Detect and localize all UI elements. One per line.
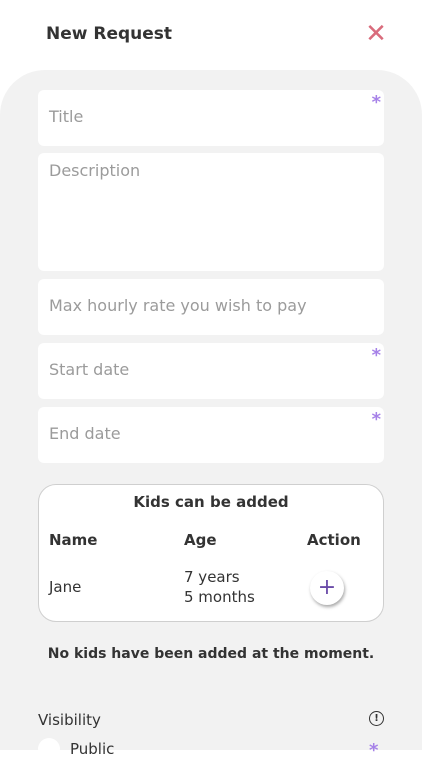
required-asterisk-icon: * (371, 409, 381, 430)
column-header-age: Age (184, 531, 217, 549)
kid-age-months: 5 months (184, 588, 255, 606)
public-option-label[interactable]: Public (70, 740, 114, 758)
header: New Request ✕ (0, 0, 422, 70)
hourly-rate-placeholder: Max hourly rate you wish to pay (49, 296, 307, 315)
info-icon[interactable]: ! (369, 711, 384, 726)
title-placeholder: Title (49, 107, 84, 126)
public-radio[interactable] (38, 738, 60, 760)
no-kids-message: No kids have been added at the moment. (47, 646, 375, 662)
kid-age-years: 7 years (184, 568, 240, 586)
end-date-placeholder: End date (49, 424, 121, 443)
column-header-action: Action (307, 531, 361, 549)
description-input[interactable]: Description (38, 153, 384, 271)
title-input[interactable]: Title * (38, 90, 384, 146)
required-asterisk-icon: * (369, 740, 379, 761)
end-date-input[interactable]: End date * (38, 407, 384, 463)
kid-name: Jane (49, 578, 82, 596)
hourly-rate-input[interactable]: Max hourly rate you wish to pay (38, 279, 384, 335)
start-date-input[interactable]: Start date * (38, 343, 384, 399)
description-placeholder: Description (49, 161, 141, 180)
close-icon[interactable]: ✕ (362, 20, 390, 48)
visibility-label: Visibility (38, 711, 101, 729)
required-asterisk-icon: * (371, 345, 381, 366)
kids-card-title: Kids can be added (133, 493, 289, 511)
required-asterisk-icon: * (371, 92, 381, 113)
start-date-placeholder: Start date (49, 360, 130, 379)
page-title: New Request (46, 24, 173, 44)
add-kid-button[interactable]: + (310, 571, 344, 605)
column-header-name: Name (49, 531, 98, 549)
kids-card: Kids can be added Name Age Action Jane 7… (38, 484, 384, 622)
